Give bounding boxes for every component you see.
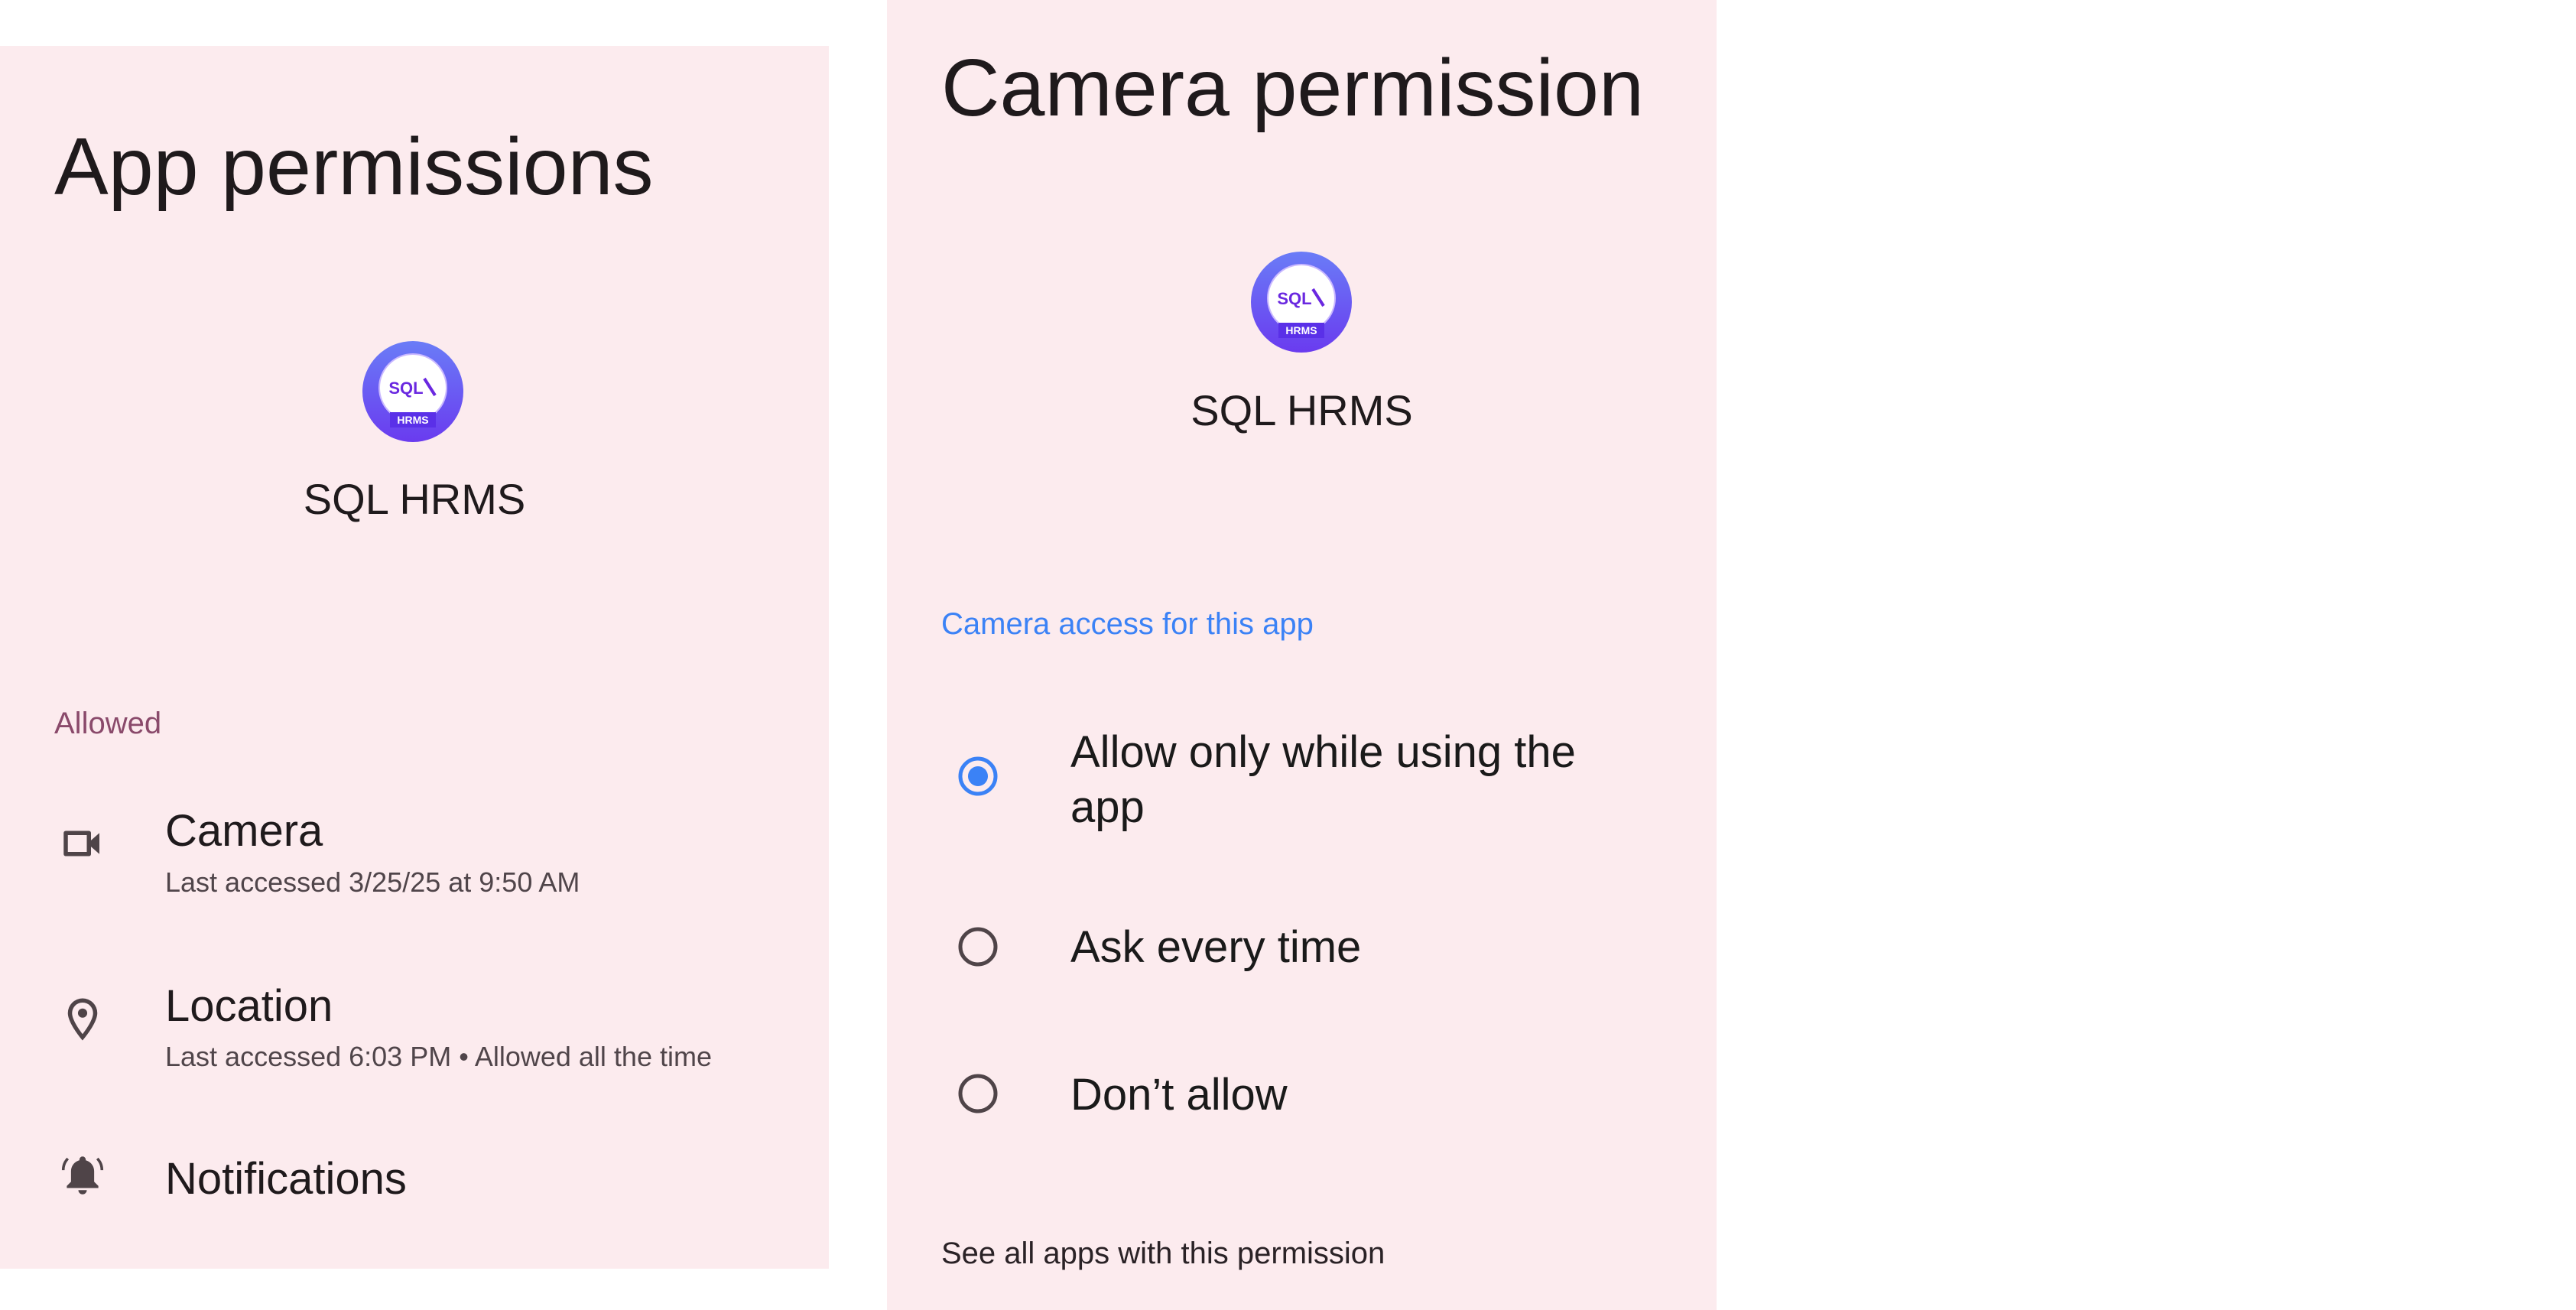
permission-title: Camera <box>165 806 323 856</box>
app-name: SQL HRMS <box>303 475 526 523</box>
page-title: Camera permission <box>941 43 1644 133</box>
radio-unselected-icon[interactable] <box>957 1073 999 1114</box>
videocam-icon <box>63 831 99 857</box>
app-name: SQL HRMS <box>1191 386 1413 434</box>
app-logo-icon: SQL HRMS <box>1251 252 1352 353</box>
section-label-camera-access: Camera access for this app <box>941 607 1314 641</box>
svg-text:SQL: SQL <box>388 379 423 398</box>
permission-title: Location <box>165 981 333 1031</box>
svg-text:HRMS: HRMS <box>1285 324 1317 336</box>
option-label: Ask every time <box>1070 922 1362 972</box>
section-label-allowed: Allowed <box>54 707 162 740</box>
location-pin-icon <box>67 998 98 1041</box>
permission-subtitle: Last accessed 6:03 PM • Allowed all the … <box>165 1041 712 1072</box>
option-label: Allow only while using the <box>1070 727 1576 777</box>
radio-selected-icon[interactable] <box>957 756 999 797</box>
camera-permission-screen: Camera permission SQL HRMS SQL HRMS Came… <box>887 0 1717 1310</box>
bell-ringing-icon <box>61 1156 104 1195</box>
option-label-continued: app <box>1070 782 1145 832</box>
svg-text:SQL: SQL <box>1277 289 1311 308</box>
app-logo-icon: SQL HRMS <box>362 341 463 442</box>
radio-unselected-icon[interactable] <box>957 926 999 967</box>
app-permissions-screen: App permissions SQL HRMS SQL HRMS Allowe… <box>0 46 829 1269</box>
see-all-apps-link[interactable]: See all apps with this permission <box>941 1237 1385 1271</box>
permission-title: Notifications <box>165 1154 407 1204</box>
svg-text:HRMS: HRMS <box>397 414 428 426</box>
page-title: App permissions <box>54 122 654 212</box>
permission-subtitle: Last accessed 3/25/25 at 9:50 AM <box>165 866 580 898</box>
option-label: Don’t allow <box>1070 1070 1288 1120</box>
